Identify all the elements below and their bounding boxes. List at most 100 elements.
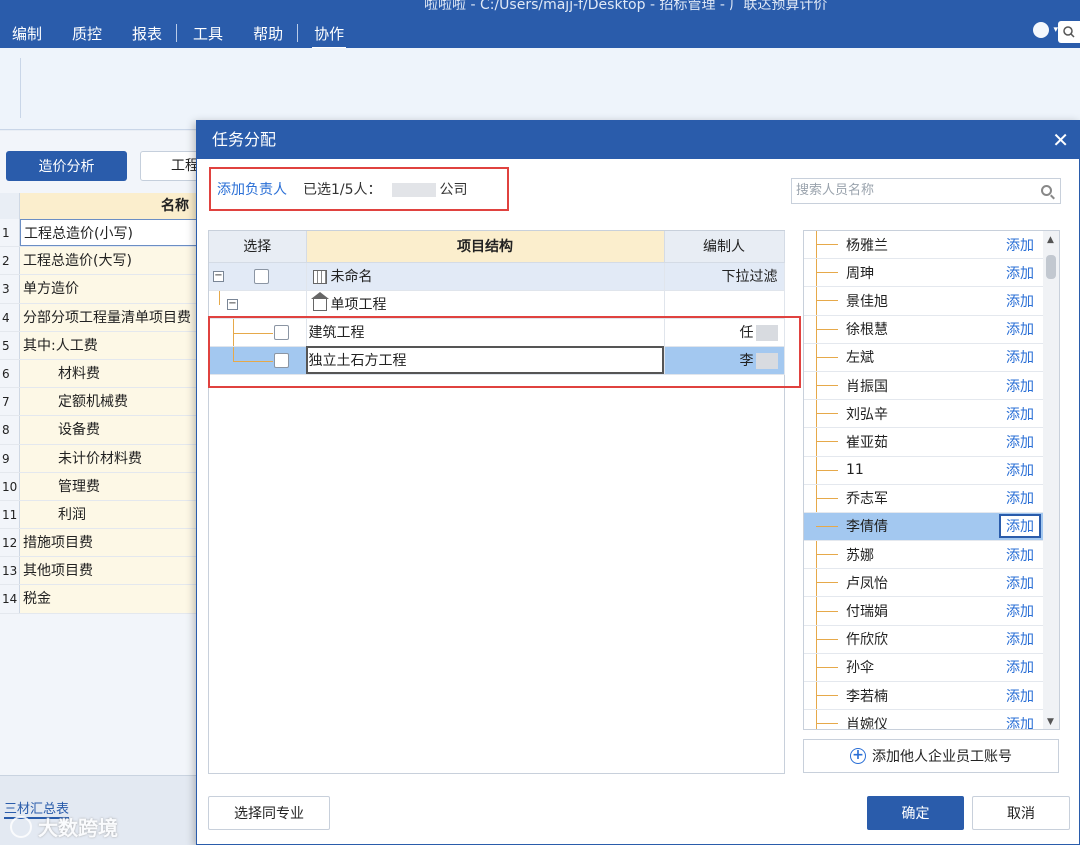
list-item[interactable]: 仵欣欣 添加 bbox=[804, 626, 1059, 654]
menu-help[interactable]: 帮助 bbox=[241, 23, 295, 44]
table-row[interactable]: 14 税金 bbox=[0, 585, 200, 614]
row-name[interactable]: 单方造价 bbox=[20, 275, 200, 303]
list-item[interactable]: 乔志军 添加 bbox=[804, 485, 1059, 513]
row-name[interactable]: 其中:人工费 bbox=[20, 331, 200, 359]
add-person-button[interactable]: 添加 bbox=[999, 263, 1041, 283]
scroll-down-icon[interactable]: ▼ bbox=[1047, 717, 1054, 727]
table-row[interactable]: 4 分部分项工程量清单项目费 bbox=[0, 303, 200, 332]
table-row[interactable]: 10 管理费 bbox=[0, 472, 200, 501]
add-person-button[interactable]: 添加 bbox=[999, 291, 1041, 311]
table-row[interactable]: 13 其他项目费 bbox=[0, 557, 200, 586]
watermark: 大数跨境 bbox=[10, 812, 118, 841]
row-number: 11 bbox=[0, 500, 20, 529]
list-item[interactable]: 肖婉仪 添加 bbox=[804, 710, 1059, 729]
row-name[interactable]: 材料费 bbox=[20, 359, 200, 388]
add-person-button[interactable]: 添加 bbox=[999, 629, 1041, 649]
list-item[interactable]: 李倩倩 添加 bbox=[804, 512, 1059, 542]
list-item[interactable]: 付瑞娟 添加 bbox=[804, 597, 1059, 626]
list-item[interactable]: 李若楠 添加 bbox=[804, 682, 1059, 711]
row-name[interactable]: 利润 bbox=[20, 500, 200, 529]
collapse-toggle-icon[interactable]: − bbox=[213, 270, 224, 282]
row-name[interactable]: 分部分项工程量清单项目费 bbox=[20, 303, 200, 331]
add-person-button[interactable]: 添加 bbox=[999, 460, 1041, 480]
row-number: 9 bbox=[0, 444, 20, 472]
row-name[interactable]: 管理费 bbox=[20, 472, 200, 500]
list-item[interactable]: 徐根慧 添加 bbox=[804, 316, 1059, 344]
table-row[interactable]: 3 单方造价 bbox=[0, 275, 200, 304]
add-person-button[interactable]: 添加 bbox=[999, 601, 1041, 621]
list-item[interactable]: 孙伞 添加 bbox=[804, 654, 1059, 682]
row-name[interactable]: 工程总造价(小写) bbox=[20, 219, 200, 247]
row-name[interactable]: 未计价材料费 bbox=[20, 444, 200, 472]
list-item[interactable]: 周珅 添加 bbox=[804, 259, 1059, 288]
menu-edit[interactable]: 编制 bbox=[0, 23, 54, 44]
table-row[interactable]: 7 定额机械费 bbox=[0, 388, 200, 417]
scroll-up-icon[interactable]: ▲ bbox=[1047, 235, 1054, 245]
add-person-button[interactable]: 添加 bbox=[999, 488, 1041, 508]
add-person-button[interactable]: 添加 bbox=[999, 376, 1041, 396]
confirm-button[interactable]: 确定 bbox=[867, 796, 964, 830]
list-item[interactable]: 卢凤怡 添加 bbox=[804, 569, 1059, 598]
list-item[interactable]: 杨雅兰 添加 bbox=[804, 231, 1059, 260]
row-name[interactable]: 税金 bbox=[20, 585, 200, 613]
scrollbar[interactable]: ▲ ▼ bbox=[1043, 231, 1059, 729]
select-same-major-button[interactable]: 选择同专业 bbox=[208, 796, 330, 830]
table-row[interactable]: 5 其中:人工费 bbox=[0, 331, 200, 360]
table-row[interactable]: 2 工程总造价(大写) bbox=[0, 247, 200, 276]
cancel-button[interactable]: 取消 bbox=[972, 796, 1070, 830]
row-name[interactable]: 工程总造价(大写) bbox=[20, 247, 200, 275]
table-row[interactable]: 9 未计价材料费 bbox=[0, 444, 200, 473]
add-other-account-button[interactable]: + 添加他人企业员工账号 bbox=[803, 739, 1059, 773]
tree-line bbox=[816, 497, 838, 499]
building-icon bbox=[312, 270, 327, 284]
table-row[interactable]: 11 利润 bbox=[0, 500, 200, 530]
menu-report[interactable]: 报表 bbox=[120, 23, 174, 44]
watermark-logo-icon bbox=[10, 815, 32, 838]
person-name: 左斌 bbox=[846, 350, 874, 367]
search-icon[interactable] bbox=[1058, 21, 1080, 43]
add-person-button[interactable]: 添加 bbox=[999, 319, 1041, 339]
row-name[interactable]: 措施项目费 bbox=[20, 529, 200, 557]
close-icon[interactable]: ✕ bbox=[1052, 121, 1069, 159]
search-icon[interactable] bbox=[1041, 185, 1052, 196]
add-owner-link[interactable]: 添加负责人 bbox=[217, 179, 287, 199]
list-item[interactable]: 苏娜 添加 bbox=[804, 541, 1059, 570]
person-name: 乔志军 bbox=[846, 491, 888, 508]
scroll-thumb[interactable] bbox=[1046, 255, 1056, 279]
add-person-button[interactable]: 添加 bbox=[999, 404, 1041, 424]
add-person-button[interactable]: 添加 bbox=[999, 545, 1041, 565]
add-person-button[interactable]: 添加 bbox=[999, 347, 1041, 367]
add-person-button[interactable]: 添加 bbox=[999, 432, 1041, 452]
list-item[interactable]: 肖振国 添加 bbox=[804, 372, 1059, 401]
row-name[interactable]: 其他项目费 bbox=[20, 557, 200, 585]
list-item[interactable]: 左斌 添加 bbox=[804, 344, 1059, 372]
user-menu[interactable]: ▾ bbox=[1033, 22, 1058, 38]
add-person-button[interactable]: 添加 bbox=[999, 714, 1041, 729]
list-item[interactable]: 刘弘辛 添加 bbox=[804, 400, 1059, 429]
list-item[interactable]: 崔亚茹 添加 bbox=[804, 428, 1059, 457]
table-row[interactable]: 12 措施项目费 bbox=[0, 529, 200, 558]
owner-filter[interactable]: 下拉过滤 bbox=[664, 262, 785, 291]
menu-quality[interactable]: 质控 bbox=[60, 23, 114, 44]
table-row[interactable]: 8 设备费 bbox=[0, 416, 200, 445]
table-row[interactable]: 6 材料费 bbox=[0, 359, 200, 389]
cost-analysis-button[interactable]: 造价分析 bbox=[6, 151, 127, 181]
add-person-button[interactable]: 添加 bbox=[999, 235, 1041, 255]
owner-cell[interactable] bbox=[664, 290, 785, 319]
collapse-toggle-icon[interactable]: − bbox=[227, 298, 238, 310]
table-row[interactable]: 1 工程总造价(小写) bbox=[0, 219, 200, 248]
list-item[interactable]: 景佳旭 添加 bbox=[804, 287, 1059, 316]
table-row[interactable]: − 单项工程 bbox=[209, 290, 785, 319]
add-person-button[interactable]: 添加 bbox=[999, 657, 1041, 677]
row-checkbox[interactable] bbox=[254, 268, 269, 284]
people-search-input[interactable]: 搜索人员名称 bbox=[791, 178, 1061, 204]
row-name[interactable]: 设备费 bbox=[20, 416, 200, 444]
table-row[interactable]: − 未命名 下拉过滤 bbox=[209, 262, 785, 291]
add-person-button[interactable]: 添加 bbox=[999, 573, 1041, 593]
menu-tools[interactable]: 工具 bbox=[181, 23, 235, 44]
list-item[interactable]: 11 添加 bbox=[804, 457, 1059, 485]
add-person-button[interactable]: 添加 bbox=[999, 686, 1041, 706]
add-person-button[interactable]: 添加 bbox=[999, 514, 1041, 539]
row-name[interactable]: 定额机械费 bbox=[20, 388, 200, 416]
menu-collab[interactable]: 协作 bbox=[302, 23, 356, 49]
